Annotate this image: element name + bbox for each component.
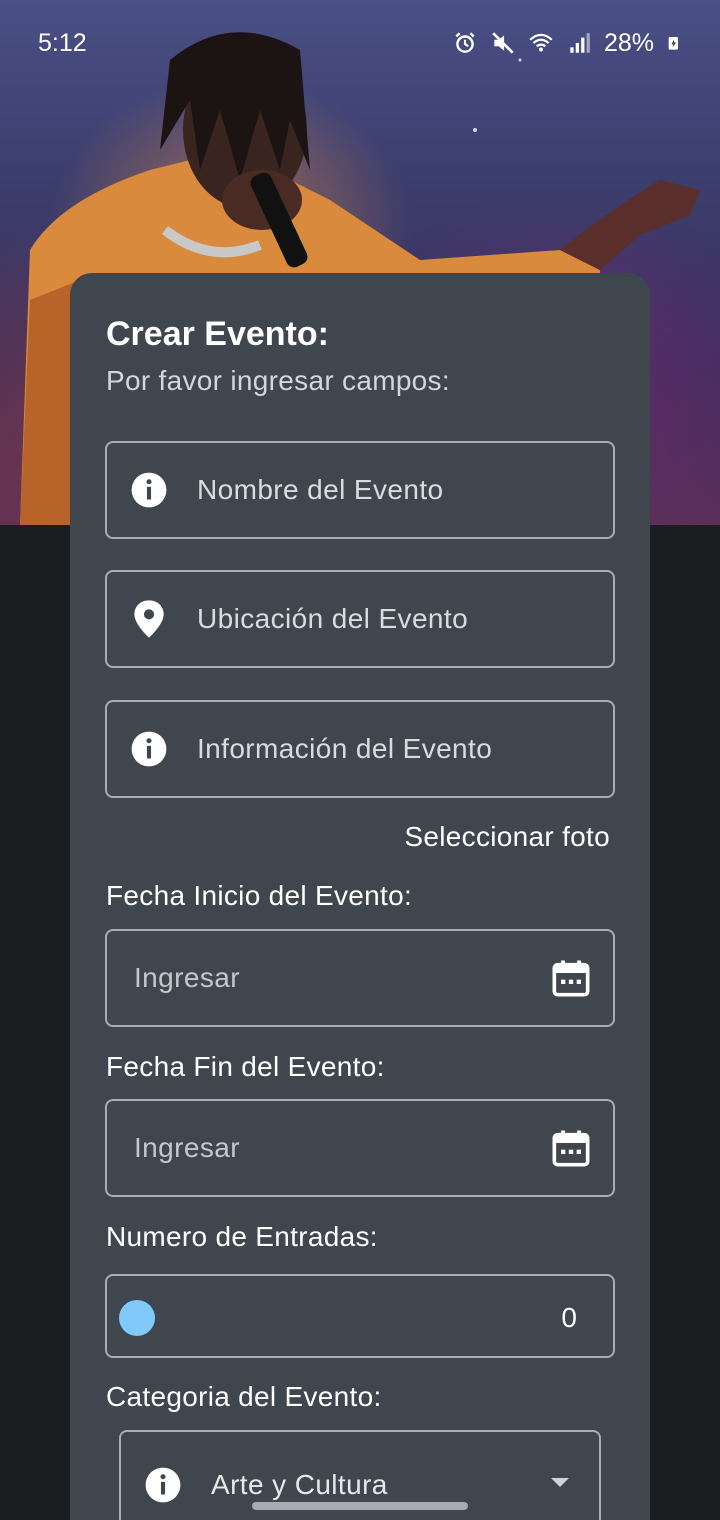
tickets-value: 0 (561, 1302, 577, 1333)
start-date-placeholder: Ingresar (134, 962, 240, 993)
end-date-field[interactable]: Ingresar (105, 1099, 615, 1197)
calendar-icon[interactable] (551, 1128, 591, 1168)
start-date-field[interactable]: Ingresar (105, 929, 615, 1027)
battery-charging-icon (668, 37, 678, 50)
event-info-placeholder: Información del Evento (197, 733, 493, 764)
tickets-slider[interactable]: 0 (105, 1274, 615, 1358)
category-label: Categoria del Evento: (106, 1381, 382, 1412)
event-name-placeholder: Nombre del Evento (197, 474, 444, 505)
start-date-label: Fecha Inicio del Evento: (106, 880, 413, 911)
home-indicator[interactable] (252, 1502, 468, 1510)
location-pin-icon (129, 599, 169, 639)
battery-percent: 28% (603, 28, 654, 57)
form-subtitle: Por favor ingresar campos: (106, 365, 450, 396)
event-info-field[interactable]: Información del Evento (105, 700, 615, 798)
category-selected: Arte y Cultura (211, 1469, 388, 1500)
event-location-placeholder: Ubicación del Evento (197, 603, 469, 634)
status-icons: 28% (452, 29, 682, 58)
event-name-field[interactable]: Nombre del Evento (105, 441, 615, 539)
info-icon (143, 1465, 183, 1505)
select-photo-button[interactable]: Seleccionar foto (404, 821, 610, 853)
end-date-label: Fecha Fin del Evento: (106, 1051, 385, 1082)
alarm-icon (455, 32, 475, 53)
end-date-placeholder: Ingresar (134, 1132, 240, 1163)
slider-knob[interactable] (119, 1300, 155, 1336)
mute-icon (492, 32, 514, 54)
status-bar: 5:12 28% (0, 0, 720, 86)
chevron-down-icon[interactable] (551, 1478, 569, 1487)
event-location-field[interactable]: Ubicación del Evento (105, 570, 615, 668)
wifi-icon (529, 33, 553, 52)
tickets-label: Numero de Entradas: (106, 1221, 378, 1252)
signal-icon (570, 33, 590, 53)
info-icon (129, 729, 169, 769)
info-icon (129, 470, 169, 510)
calendar-icon[interactable] (551, 958, 591, 998)
create-event-card: Crear Evento: Por favor ingresar campos:… (70, 273, 650, 1520)
status-time: 5:12 (38, 28, 87, 57)
form-title: Crear Evento: (106, 315, 329, 353)
